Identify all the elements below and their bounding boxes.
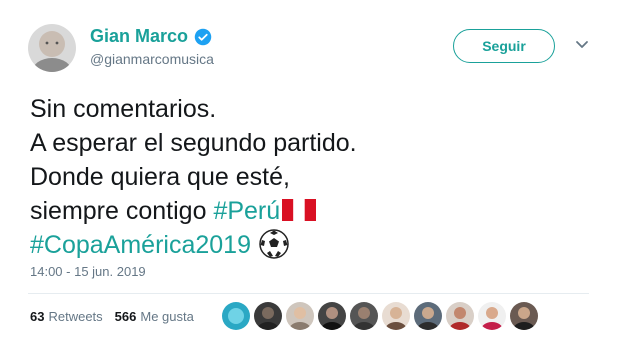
hashtag-peru[interactable]: #Perú bbox=[213, 197, 280, 225]
soccer-ball-emoji bbox=[259, 229, 289, 259]
retweets-stat[interactable]: 63 Retweets bbox=[30, 309, 103, 324]
liker-avatar[interactable] bbox=[382, 302, 410, 330]
tweet-line: Donde quiera que esté, bbox=[30, 163, 290, 191]
retweets-label: Retweets bbox=[48, 309, 103, 324]
author-name-row: Gian Marco bbox=[90, 26, 212, 47]
tweet-timestamp[interactable]: 14:00 - 15 jun. 2019 bbox=[30, 264, 146, 279]
author-avatar[interactable] bbox=[28, 24, 76, 72]
peru-flag-emoji bbox=[282, 199, 317, 221]
liker-avatar[interactable] bbox=[286, 302, 314, 330]
liker-avatar[interactable] bbox=[446, 302, 474, 330]
liker-avatar[interactable] bbox=[318, 302, 346, 330]
liker-avatar[interactable] bbox=[414, 302, 442, 330]
author-handle[interactable]: @gianmarcomusica bbox=[90, 51, 214, 67]
retweets-count: 63 bbox=[30, 309, 45, 324]
tweet-line: A esperar el segundo partido. bbox=[30, 129, 357, 157]
liker-avatar[interactable] bbox=[254, 302, 282, 330]
liker-avatar[interactable] bbox=[478, 302, 506, 330]
tweet-line-text: siempre contigo bbox=[30, 197, 214, 225]
likes-count: 566 bbox=[114, 309, 137, 324]
likes-stat[interactable]: 566 Me gusta bbox=[115, 309, 194, 324]
follow-button[interactable]: Seguir bbox=[453, 29, 555, 63]
tweet-line-4: siempre contigo #Perú bbox=[30, 194, 590, 228]
liker-avatar[interactable] bbox=[350, 302, 378, 330]
author-name[interactable]: Gian Marco bbox=[90, 26, 188, 47]
verified-badge-icon bbox=[194, 28, 212, 45]
tweet-text: Sin comentarios. A esperar el segundo pa… bbox=[30, 92, 590, 262]
tweet-line: Sin comentarios. bbox=[30, 95, 217, 123]
liked-by-avatars bbox=[222, 302, 542, 330]
tweet-stats: 63 Retweets 566 Me gusta bbox=[30, 309, 206, 324]
chevron-down-icon[interactable] bbox=[575, 40, 589, 50]
liker-avatar[interactable] bbox=[510, 302, 538, 330]
liker-avatar[interactable] bbox=[222, 302, 250, 330]
likes-label: Me gusta bbox=[140, 309, 194, 324]
divider bbox=[28, 293, 589, 294]
hashtag-copa-america[interactable]: #CopaAmérica2019 bbox=[30, 231, 251, 259]
tweet-line-5: #CopaAmérica2019 bbox=[30, 228, 590, 262]
